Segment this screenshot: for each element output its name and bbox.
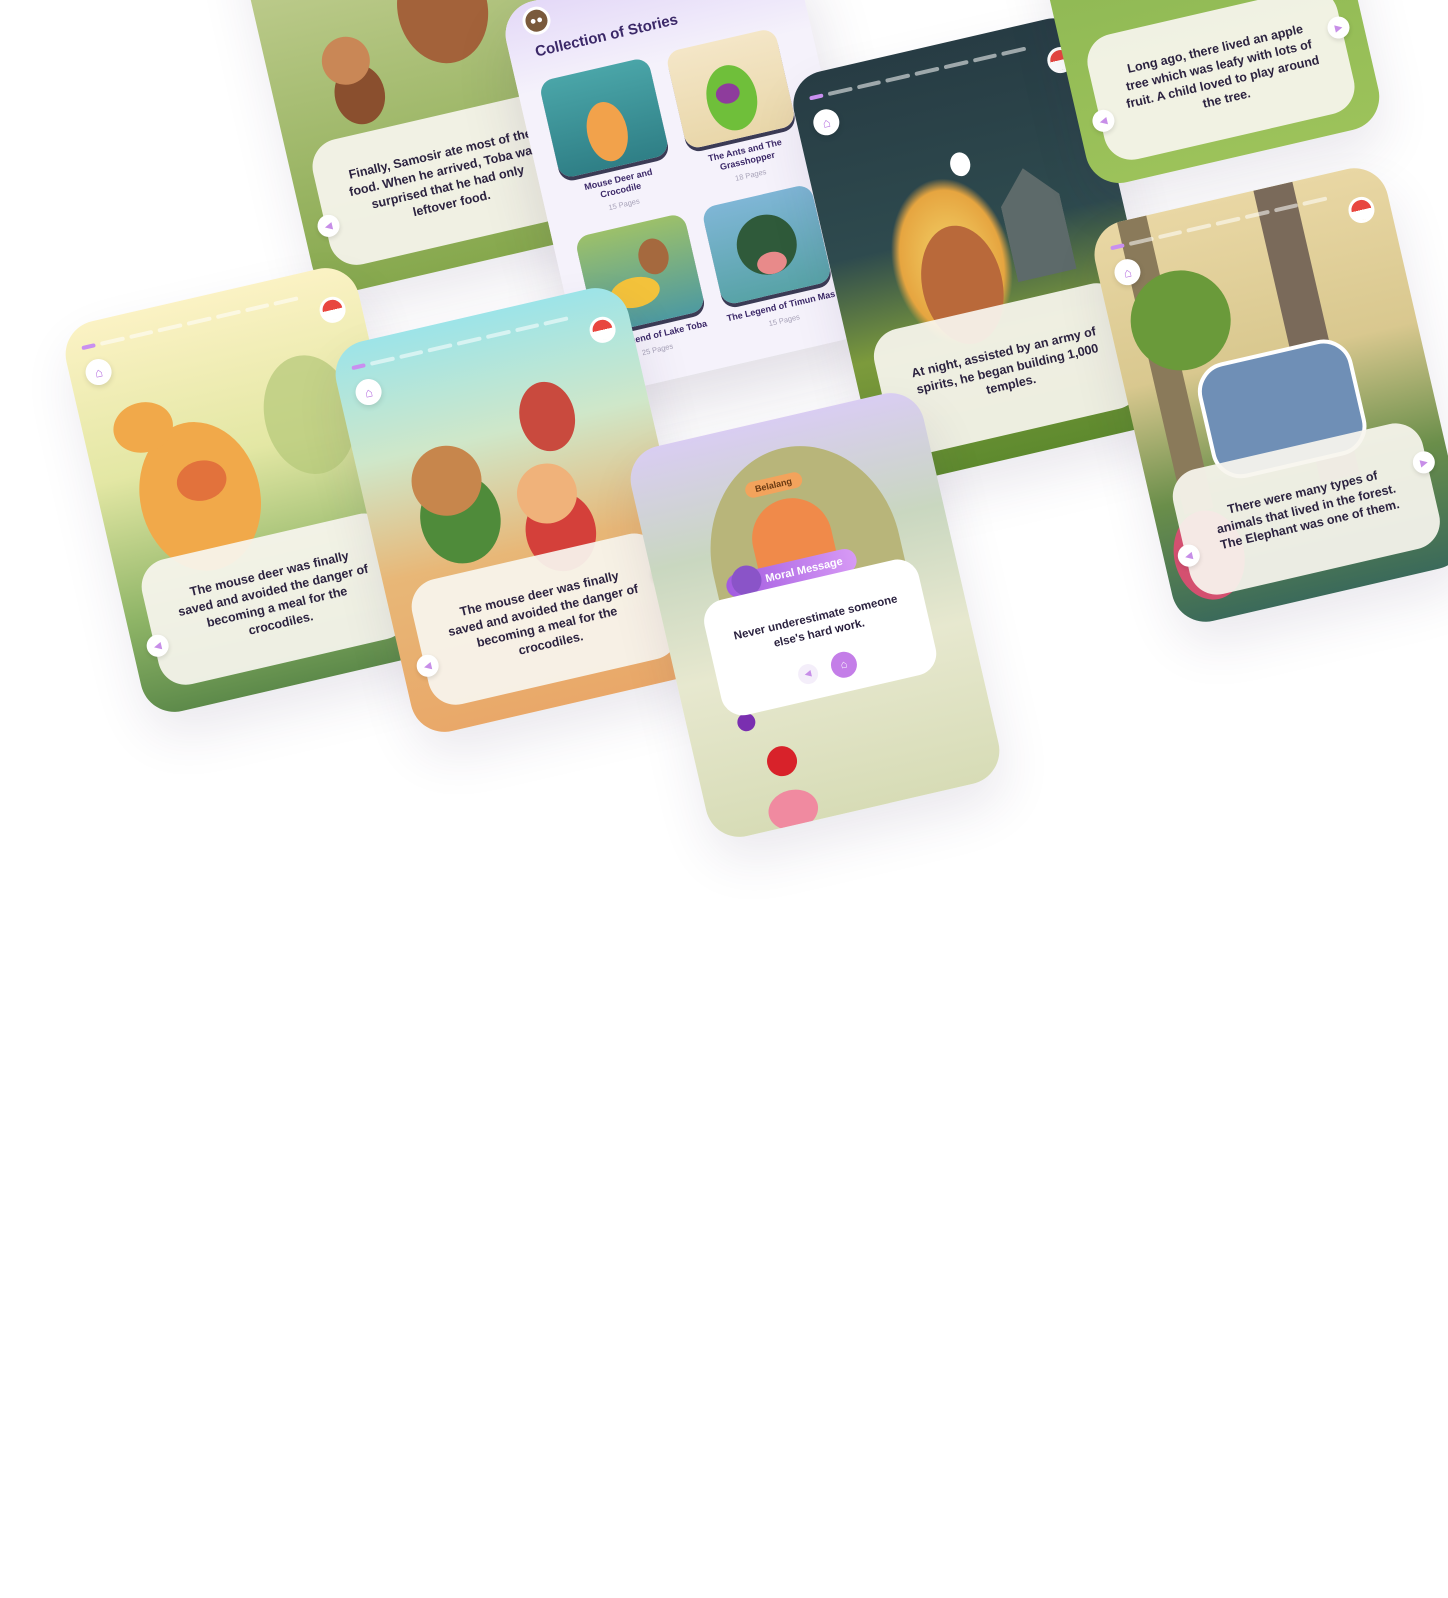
story-text: The mouse deer was finally saved and avo…: [446, 568, 640, 658]
story-text: At night, assisted by an army of spirits…: [909, 323, 1100, 398]
story-text: There were many types of animals that li…: [1215, 468, 1401, 553]
speaker-icon[interactable]: ◀: [796, 662, 821, 687]
moral-text: Never underestimate someone else's hard …: [732, 593, 899, 650]
story-text: The mouse deer was finally saved and avo…: [176, 548, 370, 638]
home-icon[interactable]: ⌂: [828, 649, 860, 681]
story-screen-elephant: ⌂ ◀ There were many types of animals tha…: [1087, 161, 1448, 629]
story-text: Finally, Samosir ate most of the food. W…: [347, 126, 541, 220]
story-text: Long ago, there lived an apple tree whic…: [1124, 22, 1321, 112]
